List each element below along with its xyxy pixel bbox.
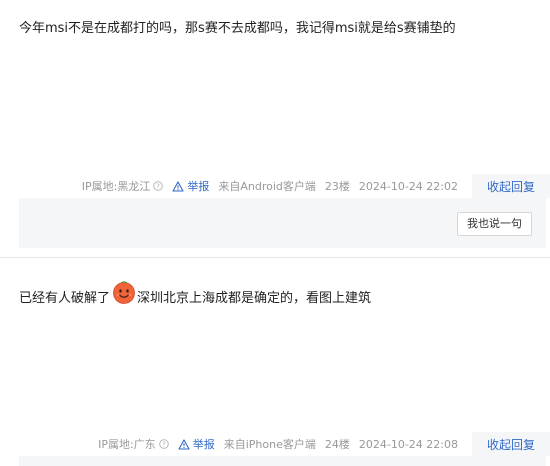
post-divider (0, 257, 550, 258)
svg-text:?: ? (156, 183, 160, 191)
post-time: 2024-10-24 22:08 (358, 437, 458, 451)
smiling-face-emoji-icon (113, 281, 135, 304)
post-meta-bar: IP属地:黑龙江 ? 举报 来自Android客户端 23楼 2024-10-2… (82, 174, 550, 198)
page: 今年msi不是在成都打的吗，那s赛不去成都吗，我记得msi就是给s赛铺垫的 IP… (0, 0, 550, 466)
ip-location-label: IP属地:广东 (98, 438, 156, 451)
svg-text:?: ? (162, 441, 166, 449)
post-time: 2024-10-24 22:02 (358, 179, 458, 193)
warning-icon (172, 180, 184, 192)
floor-number: 23楼 (324, 180, 350, 193)
report-label: 举报 (187, 180, 210, 193)
post-content: 已经有人破解了 深圳北京上海成都是确定的，看图上建筑 (19, 281, 372, 311)
help-icon[interactable]: ? (153, 181, 164, 191)
help-icon[interactable]: ? (158, 439, 169, 449)
post-meta-bar: IP属地:广东 ? 举报 来自iPhone客户端 24楼 2024-10-24 … (98, 432, 550, 456)
reply-area: 我也说一句 (19, 198, 546, 248)
reply-area (19, 456, 546, 466)
client-source: 来自iPhone客户端 (223, 438, 316, 451)
collapse-replies-button[interactable]: 收起回复 (472, 174, 550, 198)
post-text-part: 已经有人破解了 (19, 291, 111, 306)
client-source: 来自Android客户端 (218, 180, 316, 193)
post-text-part: 深圳北京上海成都是确定的，看图上建筑 (137, 291, 372, 306)
add-reply-button[interactable]: 我也说一句 (457, 212, 532, 236)
post-content: 今年msi不是在成都打的吗，那s赛不去成都吗，我记得msi就是给s赛铺垫的 (19, 21, 456, 36)
ip-location: IP属地:广东 ? (98, 436, 169, 452)
floor-number: 24楼 (324, 438, 350, 451)
collapse-replies-button[interactable]: 收起回复 (472, 432, 550, 456)
report-link[interactable]: 举报 (172, 178, 209, 194)
ip-location-label: IP属地:黑龙江 (81, 180, 151, 193)
report-link[interactable]: 举报 (178, 436, 215, 452)
report-label: 举报 (192, 438, 215, 451)
warning-icon (178, 438, 190, 450)
ip-location: IP属地:黑龙江 ? (82, 178, 164, 194)
